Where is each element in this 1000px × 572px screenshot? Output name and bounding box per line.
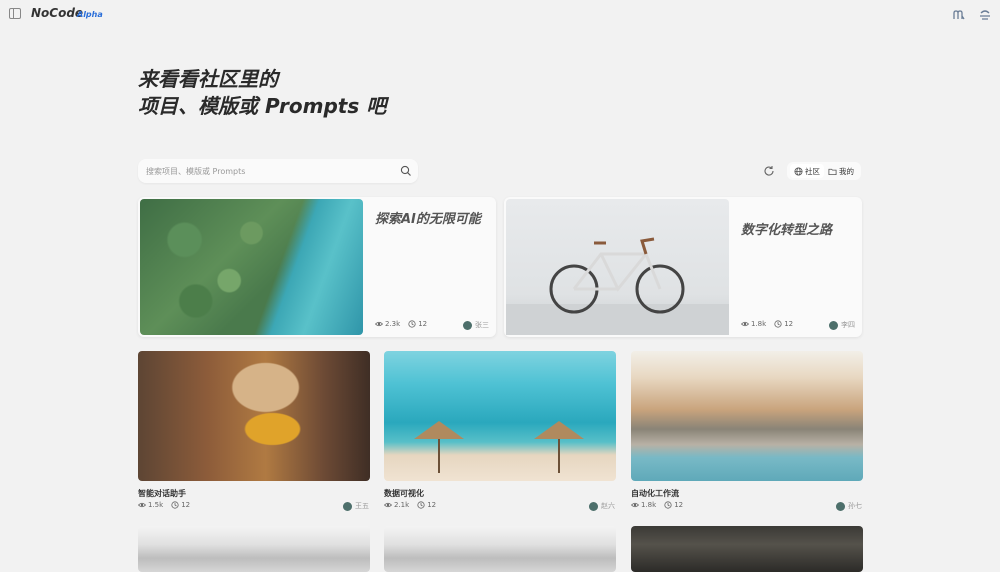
card-author[interactable]: 张三 [463,320,489,330]
eye-icon [631,502,639,508]
card-title: 探索AI的无限可能 [375,212,481,227]
card-image [384,526,616,572]
views-count: 2.3k [385,320,401,328]
eye-icon [138,502,146,508]
card-image [140,199,363,335]
history-icon [171,501,179,509]
history-icon [417,501,425,509]
card-image [631,351,863,481]
globe-icon [794,166,803,176]
history-icon [774,320,782,328]
history-icon [664,501,672,509]
views-count: 1.8k [641,501,657,509]
card-image [506,199,729,335]
card-image [138,526,370,572]
history-count: 12 [784,320,794,328]
history-count: 12 [674,501,684,509]
project-card[interactable]: 自动化工作流 1.8k 12 孙七 [631,351,863,516]
card-stats: 2.1k 12 [384,501,436,509]
card-image [384,351,616,481]
title-line-1: 来看看社区里的 [138,67,278,91]
page-title: 来看看社区里的 项目、模版或 Prompts 吧 [138,66,386,120]
project-card[interactable]: 智能对话助手 1.5k 12 王五 [138,351,370,516]
eye-icon [384,502,392,508]
scope-filter: 社区 我的 [787,162,861,180]
settings-icon[interactable] [978,7,992,21]
views-count: 1.5k [148,501,164,509]
card-stats: 1.8k 12 [631,501,683,509]
featured-card[interactable]: 数字化转型之路 1.8k 12 李四 [504,197,862,337]
history-count: 12 [427,501,437,509]
project-card[interactable] [384,526,616,572]
eye-icon [375,321,383,327]
featured-card[interactable]: 探索AI的无限可能 2.3k 12 张三 [138,197,496,337]
card-author[interactable]: 李四 [829,320,855,330]
project-card[interactable]: 数据可视化 2.1k 12 赵六 [384,351,616,516]
card-title: 自动化工作流 [631,489,679,498]
author-name: 李四 [841,321,855,329]
title-line-2: 项目、模版或 Prompts 吧 [138,94,387,118]
card-image [631,526,863,572]
author-name: 张三 [475,321,489,329]
search-bar [138,159,418,183]
tab-community-label: 社区 [805,166,820,176]
history-count: 12 [418,320,428,328]
avatar [829,320,838,330]
author-name: 王五 [355,502,369,510]
top-bar: NoCode Alpha [0,0,1000,30]
project-card[interactable] [631,526,863,572]
author-name: 孙七 [848,502,862,510]
project-card[interactable] [138,526,370,572]
history-count: 12 [181,501,191,509]
refresh-icon[interactable] [763,165,775,177]
history-icon [408,320,416,328]
avatar [343,501,352,511]
user-menu-icon[interactable] [952,7,966,21]
card-image [138,351,370,481]
search-icon[interactable] [400,165,412,177]
card-title: 数字化转型之路 [741,223,833,238]
card-stats: 1.8k 12 [741,320,793,328]
tab-mine-label: 我的 [839,166,854,176]
avatar [463,320,472,330]
card-title: 智能对话助手 [138,489,186,498]
tab-community[interactable]: 社区 [790,164,824,178]
tab-mine[interactable]: 我的 [824,164,858,178]
brand-name[interactable]: NoCode [31,6,83,20]
card-author[interactable]: 王五 [343,501,369,511]
folder-icon [828,168,837,175]
alpha-badge: Alpha [77,10,103,19]
views-count: 2.1k [394,501,410,509]
avatar [589,501,598,511]
card-title: 数据可视化 [384,489,424,498]
card-author[interactable]: 赵六 [589,501,615,511]
card-stats: 2.3k 12 [375,320,427,328]
views-count: 1.8k [751,320,767,328]
search-input[interactable] [138,159,388,183]
card-stats: 1.5k 12 [138,501,190,509]
bicycle-illustration [506,237,729,335]
avatar [836,501,845,511]
eye-icon [741,321,749,327]
card-author[interactable]: 孙七 [836,501,862,511]
parasol-illustration [414,421,584,473]
sidebar-toggle-icon[interactable] [9,8,21,19]
author-name: 赵六 [601,502,615,510]
